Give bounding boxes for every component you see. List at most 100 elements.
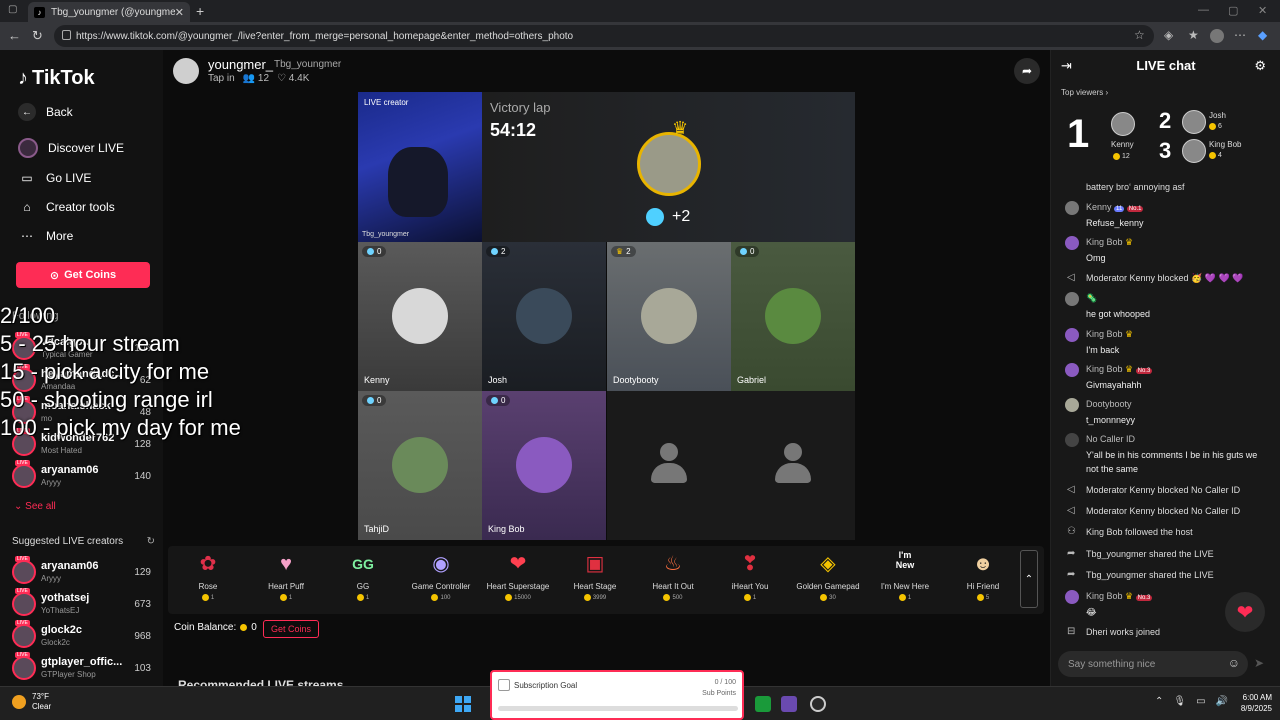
gift-heart-stage[interactable]: ▣ Heart Stage 3999 [559, 550, 631, 601]
gift-heart-it-out[interactable]: ♨ Heart It Out 500 [637, 550, 709, 601]
microphone-icon[interactable]: 🎙 [1173, 696, 1186, 707]
chevron-up-icon[interactable]: ⌃ [1155, 696, 1163, 707]
profile-avatar[interactable] [1210, 29, 1224, 43]
gift-golden-gamepad[interactable]: ◈ Golden Gamepad 30 [792, 550, 864, 601]
balance-label: Coin Balance: [174, 622, 237, 633]
chat-input[interactable]: Say something nice ☺ [1058, 651, 1248, 677]
refresh-suggested-icon[interactable]: ↻ [147, 536, 155, 547]
top-viewer-avatar[interactable] [1182, 110, 1206, 134]
avatar[interactable] [1065, 292, 1079, 306]
tiktok-logo[interactable]: ♪ TikTok [18, 67, 95, 90]
avatar[interactable] [1065, 328, 1079, 342]
emoji-icon[interactable]: ☺ [1228, 656, 1240, 670]
gift-name: I'm New Here [880, 582, 930, 591]
more-options-icon[interactable]: ⋯ [1234, 28, 1246, 42]
avatar[interactable] [1065, 433, 1079, 447]
host-avatar[interactable] [173, 58, 199, 84]
gift-game-controller[interactable]: ◉ Game Controller 100 [405, 550, 477, 601]
sidebar-item-discover-live[interactable]: Discover LIVE [18, 138, 124, 158]
start-windows-icon[interactable] [455, 696, 471, 712]
avatar[interactable] [1065, 590, 1079, 604]
gift-price: 1 [250, 594, 322, 601]
tab-actions-icon[interactable]: ▢ [8, 4, 17, 15]
host-name[interactable]: youngmer_ [208, 57, 273, 72]
site-info-icon[interactable] [62, 30, 71, 40]
suggested-item[interactable]: LIVE aryanam06 Aryyy 129 [12, 556, 157, 588]
gift-iheart-you[interactable]: ❣ iHeart You 1 [714, 550, 786, 601]
empty-guest-slot[interactable] [731, 391, 855, 540]
top-viewers-link[interactable]: Top viewers › [1061, 88, 1108, 97]
guest-tile-josh[interactable]: 2 Josh [482, 242, 606, 391]
coin-icon [356, 594, 364, 601]
new-tab-icon[interactable]: + [196, 3, 204, 19]
avatar[interactable] [1065, 201, 1079, 215]
minimize-icon[interactable]: — [1198, 4, 1209, 16]
sidebar-item-back[interactable]: ← Back [18, 103, 73, 121]
favorite-star-icon[interactable]: ☆ [1134, 28, 1145, 42]
gear-icon[interactable]: ⚙ [1254, 58, 1266, 74]
suggested-item[interactable]: LIVE gtplayer_offic... GTPlayer Shop 103 [12, 652, 157, 684]
avatar[interactable] [1065, 363, 1079, 377]
send-icon[interactable]: ➤ [1254, 656, 1264, 670]
avatar[interactable] [1065, 398, 1079, 412]
sidebar-item-more[interactable]: ⋯ More [18, 227, 73, 245]
guest-tile-dootybooty[interactable]: ♛ 2 Dootybooty [607, 242, 731, 391]
weather-widget[interactable]: 73°F Clear [12, 692, 51, 712]
network-icon[interactable]: ▭ [1196, 696, 1205, 707]
get-coins-button[interactable]: ⊙ Get Coins [16, 262, 150, 288]
guest-tile-kenny[interactable]: 0 Kenny [358, 242, 482, 391]
app-icon[interactable] [781, 696, 797, 712]
top-viewer-avatar[interactable] [1182, 139, 1206, 163]
url-field[interactable]: https://www.tiktok.com/@youngmer_/live?e… [54, 25, 1154, 47]
following-item[interactable]: LIVE aryanam06 Aryyy 140 [12, 460, 157, 492]
back-icon[interactable]: ← [8, 28, 21, 43]
get-coins-secondary-button[interactable]: Get Coins [263, 620, 319, 638]
guest-tile-king-bob[interactable]: 0 King Bob [482, 391, 606, 540]
clock[interactable]: 6:00 AM 8/9/2025 [1226, 692, 1272, 714]
gem-icon [740, 248, 747, 255]
user-name[interactable]: Dootybooty [1086, 399, 1132, 409]
browser-tab[interactable]: ♪ Tbg_youngmer (@youngme... ✕ [28, 2, 190, 22]
share-button[interactable]: ➦ [1014, 58, 1040, 84]
goal-line: 50 - shooting range irl [0, 387, 213, 412]
empty-guest-slot[interactable] [607, 391, 731, 540]
app-icon[interactable] [755, 696, 771, 712]
gift-heart-superstage[interactable]: ❤ Heart Superstage 15000 [482, 550, 554, 601]
message-user[interactable]: King Bob ♛ No.3 [1086, 364, 1153, 375]
gift-gg[interactable]: GG GG 1 [327, 550, 399, 601]
gift-hi-friend[interactable]: ☻ Hi Friend 5 [947, 550, 1019, 601]
sidebar-item-go-live[interactable]: ▭ Go LIVE [18, 169, 91, 187]
like-heart-button[interactable]: ❤ [1225, 592, 1265, 632]
close-window-icon[interactable]: ✕ [1258, 4, 1267, 17]
message-user[interactable]: King Bob ♛ [1086, 329, 1133, 340]
suggested-item[interactable]: LIVE glock2c Glock2c 968 [12, 620, 157, 652]
sidebar-item-creator-tools[interactable]: ⌂ Creator tools [18, 198, 114, 216]
chevron-up-icon: ⌃ [1024, 573, 1034, 585]
refresh-icon[interactable]: ↻ [32, 28, 43, 44]
top-viewer-score: 12 [1113, 153, 1130, 160]
message-user[interactable]: Kenny 11 No.1 [1086, 202, 1144, 212]
maximize-icon[interactable]: ▢ [1228, 4, 1238, 17]
copilot-icon[interactable]: ◆ [1258, 28, 1267, 42]
guest-tile-tahjid[interactable]: 0 TahjiD [358, 391, 482, 540]
gift-heart-puff[interactable]: ♥ Heart Puff 1 [250, 550, 322, 601]
see-all-link[interactable]: ⌄ See all [14, 501, 56, 512]
chrome-icon[interactable] [810, 696, 826, 712]
gift-im-new-here[interactable]: I'm New I'm New Here 1 [869, 550, 941, 601]
favorites-icon[interactable]: ★ [1188, 28, 1199, 42]
suggested-item[interactable]: LIVE yothatsej YoThatsEJ 673 [12, 588, 157, 620]
message-user[interactable]: King Bob ♛ [1086, 237, 1133, 248]
extension-icon[interactable]: ◈ [1164, 28, 1173, 42]
viewer-count: 968 [134, 631, 151, 642]
avatar[interactable] [1065, 236, 1079, 250]
viewer-count: 129 [134, 567, 151, 578]
host-video[interactable]: LIVE creator Tbg_youngmer [358, 92, 482, 242]
user-name[interactable]: 🦠 [1086, 293, 1097, 304]
gift-rose[interactable]: ✿ Rose 1 [172, 550, 244, 601]
user-name[interactable]: No Caller ID [1086, 434, 1135, 444]
top-viewer-avatar[interactable] [1111, 112, 1135, 136]
expand-gifts-button[interactable]: ⌃ [1020, 550, 1038, 608]
guest-tile-gabriel[interactable]: 0 Gabriel [731, 242, 855, 391]
message-user[interactable]: King Bob ♛ No.3 [1086, 591, 1153, 602]
close-tab-icon[interactable]: ✕ [175, 6, 184, 19]
